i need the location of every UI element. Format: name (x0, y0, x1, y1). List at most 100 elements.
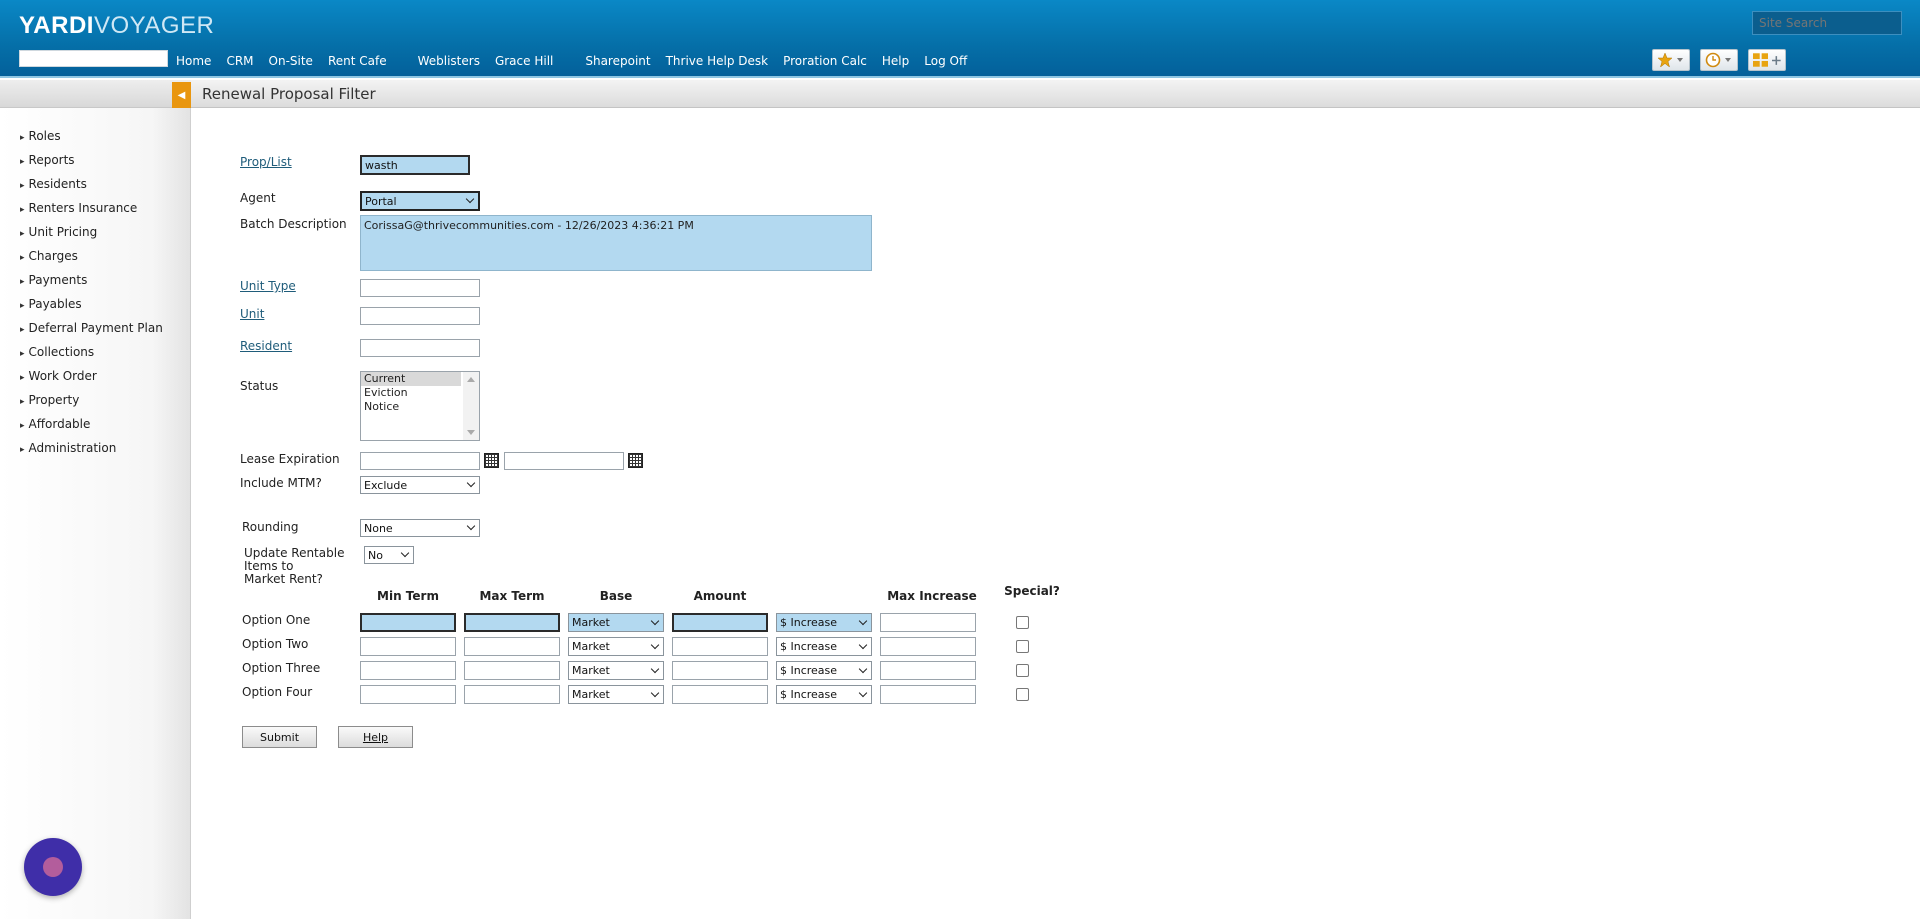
top-nav: Home CRM On-Site Rent Cafe Weblisters Gr… (176, 54, 967, 68)
nav-proration-calc[interactable]: Proration Calc (783, 54, 867, 68)
chat-launcher-button[interactable] (24, 838, 82, 896)
sidebar-item-administration[interactable]: Administration (20, 440, 163, 464)
unit-type-input[interactable] (360, 279, 480, 297)
status-option-eviction[interactable]: Eviction (361, 386, 479, 400)
status-option-notice[interactable]: Notice (361, 400, 479, 414)
update-rentable-select[interactable]: No (364, 546, 414, 564)
option-four-type-select[interactable]: $ Increase (776, 685, 872, 704)
nav-help[interactable]: Help (882, 54, 909, 68)
option-three-special-checkbox[interactable] (1016, 664, 1029, 677)
resident-input[interactable] (360, 339, 480, 357)
nav-rent-cafe[interactable]: Rent Cafe (328, 54, 387, 68)
option-four-min-term-input[interactable] (360, 685, 456, 704)
batch-description-textarea[interactable]: CorissaG@thrivecommunities.com - 12/26/2… (360, 215, 872, 271)
option-two-label: Option Two (242, 637, 309, 651)
property-selector-box[interactable] (19, 50, 168, 67)
option-two-type-select[interactable]: $ Increase (776, 637, 872, 656)
include-mtm-select[interactable]: Exclude (360, 476, 480, 494)
option-four-max-increase-input[interactable] (880, 685, 976, 704)
logo-yardi: YARDI (19, 12, 94, 39)
option-two-max-increase-input[interactable] (880, 637, 976, 656)
rounding-select[interactable]: None (360, 519, 480, 537)
unit-link[interactable]: Unit (240, 307, 264, 321)
option-four-base-select[interactable]: Market (568, 685, 664, 704)
nav-grace-hill[interactable]: Grace Hill (495, 54, 553, 68)
collapse-sidebar-button[interactable]: ◀ (172, 82, 191, 108)
calendar-icon[interactable] (628, 453, 643, 468)
option-three-base-select[interactable]: Market (568, 661, 664, 680)
sidebar-item-payables[interactable]: Payables (20, 296, 163, 320)
unit-input[interactable] (360, 307, 480, 325)
nav-thrive-help-desk[interactable]: Thrive Help Desk (666, 54, 769, 68)
option-one-base-select[interactable]: Market (568, 613, 664, 632)
update-rentable-value: No (368, 548, 383, 562)
option-one-min-term-input[interactable] (360, 613, 456, 632)
option-one-type-value: $ Increase (780, 616, 838, 629)
prop-list-link[interactable]: Prop/List (240, 155, 292, 169)
option-one-max-increase-input[interactable] (880, 613, 976, 632)
sidebar-item-residents[interactable]: Residents (20, 176, 163, 200)
dashboard-button[interactable] (1748, 49, 1786, 71)
status-listbox[interactable]: Current Eviction Notice (360, 371, 480, 441)
option-two-special-checkbox[interactable] (1016, 640, 1029, 653)
option-two-base-select[interactable]: Market (568, 637, 664, 656)
option-one-type-select[interactable]: $ Increase (776, 613, 872, 632)
nav-sharepoint[interactable]: Sharepoint (585, 54, 650, 68)
help-button[interactable]: Help (338, 726, 413, 748)
sidebar-item-renters-insurance[interactable]: Renters Insurance (20, 200, 163, 224)
prop-list-input[interactable] (360, 155, 470, 175)
sidebar-item-reports[interactable]: Reports (20, 152, 163, 176)
nav-log-off[interactable]: Log Off (924, 54, 967, 68)
option-two-max-term-input[interactable] (464, 637, 560, 656)
include-mtm-value: Exclude (364, 478, 408, 492)
sidebar-item-charges[interactable]: Charges (20, 248, 163, 272)
option-three-base-value: Market (572, 664, 610, 677)
history-button[interactable] (1700, 49, 1738, 71)
col-amount: Amount (693, 589, 747, 603)
nav-on-site[interactable]: On-Site (269, 54, 313, 68)
option-one-amount-input[interactable] (672, 613, 768, 632)
option-three-max-increase-input[interactable] (880, 661, 976, 680)
status-option-current[interactable]: Current (361, 372, 461, 386)
sidebar-item-work-order[interactable]: Work Order (20, 368, 163, 392)
lease-expiration-label: Lease Expiration (240, 452, 340, 466)
option-three-type-select[interactable]: $ Increase (776, 661, 872, 680)
unit-type-link[interactable]: Unit Type (240, 279, 296, 293)
sidebar-item-property[interactable]: Property (20, 392, 163, 416)
nav-home[interactable]: Home (176, 54, 211, 68)
option-three-min-term-input[interactable] (360, 661, 456, 680)
sidebar-item-affordable[interactable]: Affordable (20, 416, 163, 440)
nav-weblisters[interactable]: Weblisters (418, 54, 480, 68)
chevron-down-icon (466, 521, 476, 531)
sidebar-item-payments[interactable]: Payments (20, 272, 163, 296)
option-two-amount-input[interactable] (672, 637, 768, 656)
rounding-value: None (364, 521, 393, 535)
sidebar-item-unit-pricing[interactable]: Unit Pricing (20, 224, 163, 248)
calendar-icon[interactable] (484, 453, 499, 468)
yardi-voyager-logo[interactable]: YARDIVOYAGER (19, 12, 214, 40)
lease-expiration-from-input[interactable] (360, 452, 480, 470)
option-four-max-term-input[interactable] (464, 685, 560, 704)
submit-button[interactable]: Submit (242, 726, 317, 748)
clock-icon (1705, 52, 1721, 68)
status-scrollbar[interactable] (463, 372, 479, 440)
sidebar-item-deferral-payment-plan[interactable]: Deferral Payment Plan (20, 320, 163, 344)
sidebar-item-roles[interactable]: Roles (20, 128, 163, 152)
lease-expiration-to-input[interactable] (504, 452, 624, 470)
option-three-amount-input[interactable] (672, 661, 768, 680)
agent-select[interactable]: Portal (360, 191, 480, 211)
logo-voyager: VOYAGER (93, 12, 215, 39)
option-four-special-checkbox[interactable] (1016, 688, 1029, 701)
resident-link[interactable]: Resident (240, 339, 292, 353)
option-three-max-term-input[interactable] (464, 661, 560, 680)
nav-crm[interactable]: CRM (226, 54, 253, 68)
option-two-min-term-input[interactable] (360, 637, 456, 656)
option-one-max-term-input[interactable] (464, 613, 560, 632)
favorites-button[interactable] (1652, 49, 1690, 71)
option-one-special-checkbox[interactable] (1016, 616, 1029, 629)
option-four-amount-input[interactable] (672, 685, 768, 704)
col-special: Special? (1004, 584, 1060, 598)
sidebar-item-collections[interactable]: Collections (20, 344, 163, 368)
site-search-input[interactable] (1752, 11, 1902, 35)
batch-description-value: CorissaG@thrivecommunities.com - 12/26/2… (364, 219, 694, 232)
